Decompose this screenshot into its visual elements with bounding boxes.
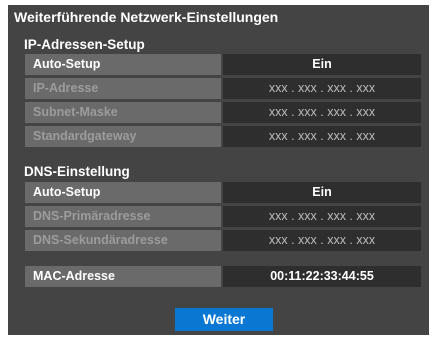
- dns-auto-setup-label: Auto-Setup: [25, 182, 221, 203]
- subnet-mask-label: Subnet-Maske: [25, 102, 221, 123]
- ip-address-label: IP-Adresse: [25, 78, 221, 99]
- mac-address-row: MAC-Adresse 00:11:22:33:44:55: [25, 266, 421, 287]
- ip-address-value: xxx . xxx . xxx . xxx: [223, 78, 421, 99]
- subnet-mask-value: xxx . xxx . xxx . xxx: [223, 102, 421, 123]
- ip-auto-setup-row[interactable]: Auto-Setup Ein: [25, 54, 421, 75]
- network-settings-dialog: Weiterführende Netzwerk-Einstellungen IP…: [8, 5, 429, 335]
- mac-address-label: MAC-Adresse: [25, 266, 221, 287]
- ip-auto-setup-value[interactable]: Ein: [223, 54, 421, 75]
- next-button[interactable]: Weiter: [175, 308, 273, 331]
- ip-setup-heading: IP-Adressen-Setup: [24, 37, 145, 52]
- dns-primary-value: xxx . xxx . xxx . xxx: [223, 206, 421, 227]
- mac-address-value: 00:11:22:33:44:55: [223, 266, 421, 287]
- ip-auto-setup-label: Auto-Setup: [25, 54, 221, 75]
- dns-primary-row: DNS-Primäradresse xxx . xxx . xxx . xxx: [25, 206, 421, 227]
- subnet-mask-row: Subnet-Maske xxx . xxx . xxx . xxx: [25, 102, 421, 123]
- gateway-row: Standardgateway xxx . xxx . xxx . xxx: [25, 126, 421, 147]
- dns-auto-setup-row[interactable]: Auto-Setup Ein: [25, 182, 421, 203]
- dns-secondary-value: xxx . xxx . xxx . xxx: [223, 230, 421, 251]
- dns-secondary-row: DNS-Sekundäradresse xxx . xxx . xxx . xx…: [25, 230, 421, 251]
- dns-auto-setup-value[interactable]: Ein: [223, 182, 421, 203]
- gateway-label: Standardgateway: [25, 126, 221, 147]
- dns-primary-label: DNS-Primäradresse: [25, 206, 221, 227]
- dns-setup-heading: DNS-Einstellung: [24, 164, 130, 179]
- ip-address-row: IP-Adresse xxx . xxx . xxx . xxx: [25, 78, 421, 99]
- gateway-value: xxx . xxx . xxx . xxx: [223, 126, 421, 147]
- dns-secondary-label: DNS-Sekundäradresse: [25, 230, 221, 251]
- dialog-title: Weiterführende Netzwerk-Einstellungen: [14, 9, 279, 25]
